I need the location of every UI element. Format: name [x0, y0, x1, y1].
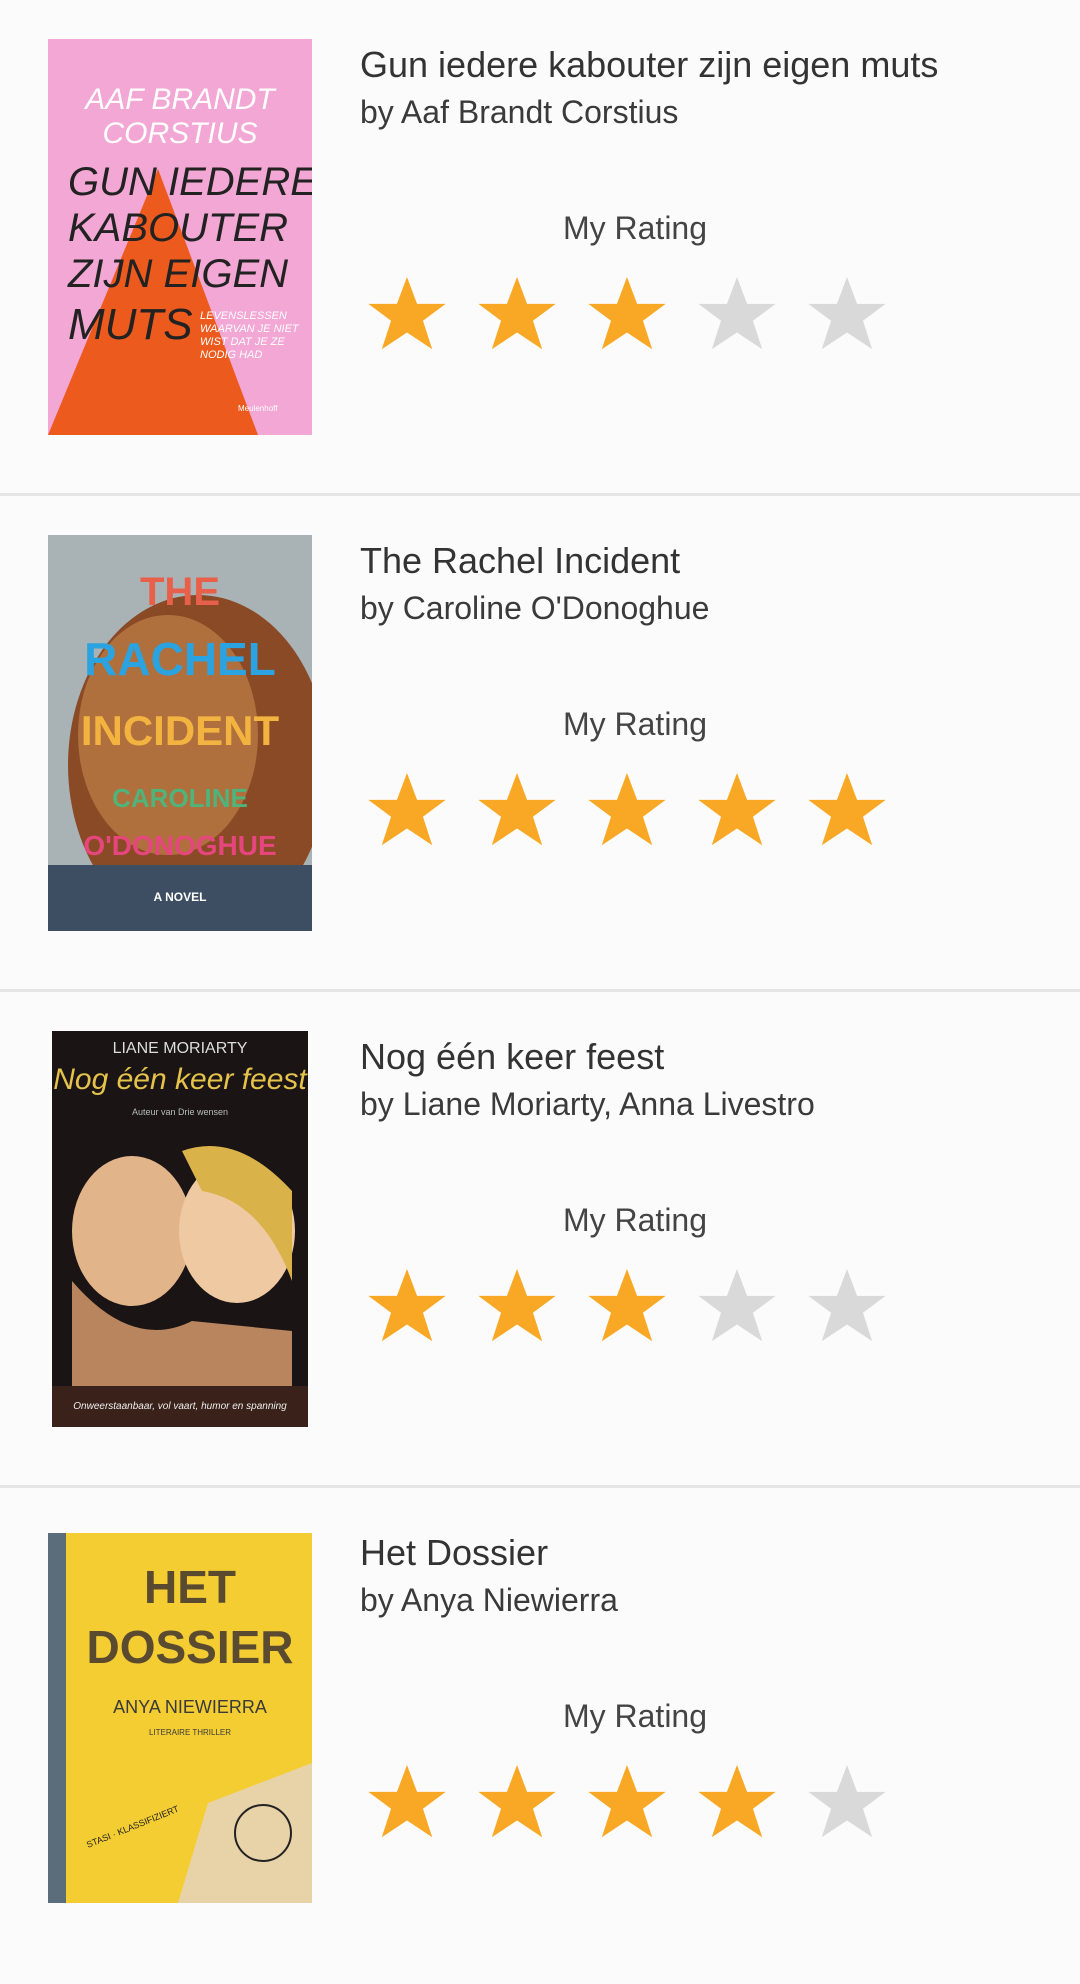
- book-cover[interactable]: LIANE MORIARTY Nog één keer feest Auteur…: [52, 1031, 308, 1427]
- cover-tagline: LEVENSLESSEN: [200, 310, 287, 322]
- cover-genre: LITERAIRE THRILLER: [149, 1728, 231, 1737]
- cover-subtitle: Auteur van Drie wensen: [132, 1107, 228, 1117]
- star-filled-icon[interactable]: [695, 768, 779, 852]
- book-title[interactable]: Het Dossier: [360, 1532, 548, 1574]
- star-rating[interactable]: [365, 272, 889, 356]
- cover-author: ANYA NIEWIERRA: [113, 1697, 267, 1717]
- cover-author-line-2: CORSTIUS: [102, 117, 257, 150]
- book-author: by Caroline O'Donoghue: [360, 590, 710, 626]
- cover-title: Nog één keer feest: [53, 1063, 308, 1096]
- cover-author-line: CAROLINE: [112, 783, 248, 813]
- cover-publisher: Meulenhoff: [238, 404, 278, 413]
- cover-author-line: O'DONOGHUE: [83, 830, 276, 861]
- star-empty-icon[interactable]: [695, 272, 779, 356]
- star-empty-icon[interactable]: [805, 1760, 889, 1844]
- my-rating-label: My Rating: [562, 1698, 708, 1734]
- star-rating[interactable]: [365, 768, 889, 852]
- star-filled-icon[interactable]: [365, 1264, 449, 1348]
- cover-title-line: ZIJN EIGEN: [67, 252, 288, 296]
- star-rating[interactable]: [365, 1264, 889, 1348]
- cover-title-line: DOSSIER: [86, 1621, 293, 1673]
- star-filled-icon[interactable]: [365, 272, 449, 356]
- star-rating[interactable]: [365, 1760, 889, 1844]
- star-filled-icon[interactable]: [585, 272, 669, 356]
- book-author: by Anya Niewierra: [360, 1582, 618, 1618]
- book-title[interactable]: Gun iedere kabouter zijn eigen muts: [360, 44, 938, 86]
- star-filled-icon[interactable]: [475, 272, 559, 356]
- cover-title-line: MUTS: [68, 300, 193, 349]
- book-cover[interactable]: AAF BRANDT CORSTIUS GUN IEDERE KABOUTER …: [48, 39, 312, 435]
- book-author: by Liane Moriarty, Anna Livestro: [360, 1086, 815, 1122]
- star-filled-icon[interactable]: [365, 1760, 449, 1844]
- my-rating-label: My Rating: [562, 706, 708, 742]
- star-filled-icon[interactable]: [475, 1760, 559, 1844]
- book-list: AAF BRANDT CORSTIUS GUN IEDERE KABOUTER …: [0, 0, 1080, 1984]
- book-cover[interactable]: THE RACHEL INCIDENT CAROLINE O'DONOGHUE …: [48, 535, 312, 931]
- cover-tagline: WAARVAN JE NIET: [200, 323, 300, 335]
- cover-tagline: Onweerstaanbaar, vol vaart, humor en spa…: [73, 1401, 287, 1412]
- star-filled-icon[interactable]: [695, 1760, 779, 1844]
- my-rating-label: My Rating: [562, 1202, 708, 1238]
- star-empty-icon[interactable]: [695, 1264, 779, 1348]
- star-filled-icon[interactable]: [475, 1264, 559, 1348]
- cover-title-line: GUN IEDERE: [68, 160, 312, 204]
- cover-title-line: INCIDENT: [81, 707, 280, 754]
- star-filled-icon[interactable]: [365, 768, 449, 852]
- star-filled-icon[interactable]: [805, 768, 889, 852]
- book-author: by Aaf Brandt Corstius: [360, 94, 679, 130]
- book-title[interactable]: The Rachel Incident: [360, 540, 680, 582]
- star-filled-icon[interactable]: [585, 768, 669, 852]
- cover-author: LIANE MORIARTY: [113, 1040, 248, 1057]
- book-row[interactable]: AAF BRANDT CORSTIUS GUN IEDERE KABOUTER …: [0, 0, 1080, 496]
- star-filled-icon[interactable]: [585, 1264, 669, 1348]
- cover-title-line: RACHEL: [84, 633, 276, 685]
- book-row[interactable]: LIANE MORIARTY Nog één keer feest Auteur…: [0, 992, 1080, 1488]
- book-row[interactable]: THE RACHEL INCIDENT CAROLINE O'DONOGHUE …: [0, 496, 1080, 992]
- star-filled-icon[interactable]: [585, 1760, 669, 1844]
- book-title[interactable]: Nog één keer feest: [360, 1036, 664, 1078]
- book-row[interactable]: HET DOSSIER ANYA NIEWIERRA LITERAIRE THR…: [0, 1488, 1080, 1984]
- cover-title-line: HET: [144, 1561, 236, 1613]
- star-filled-icon[interactable]: [475, 768, 559, 852]
- star-empty-icon[interactable]: [805, 1264, 889, 1348]
- cover-title-line: KABOUTER: [68, 206, 288, 250]
- book-cover[interactable]: HET DOSSIER ANYA NIEWIERRA LITERAIRE THR…: [48, 1533, 312, 1903]
- cover-author-line-1: AAF BRANDT: [83, 83, 277, 116]
- cover-tagline: NODIG HAD: [200, 349, 262, 361]
- star-empty-icon[interactable]: [805, 272, 889, 356]
- cover-title-line: THE: [140, 570, 220, 614]
- my-rating-label: My Rating: [562, 210, 708, 246]
- cover-tagline: WIST DAT JE ZE: [200, 336, 285, 348]
- cover-subtitle: A NOVEL: [154, 890, 207, 904]
